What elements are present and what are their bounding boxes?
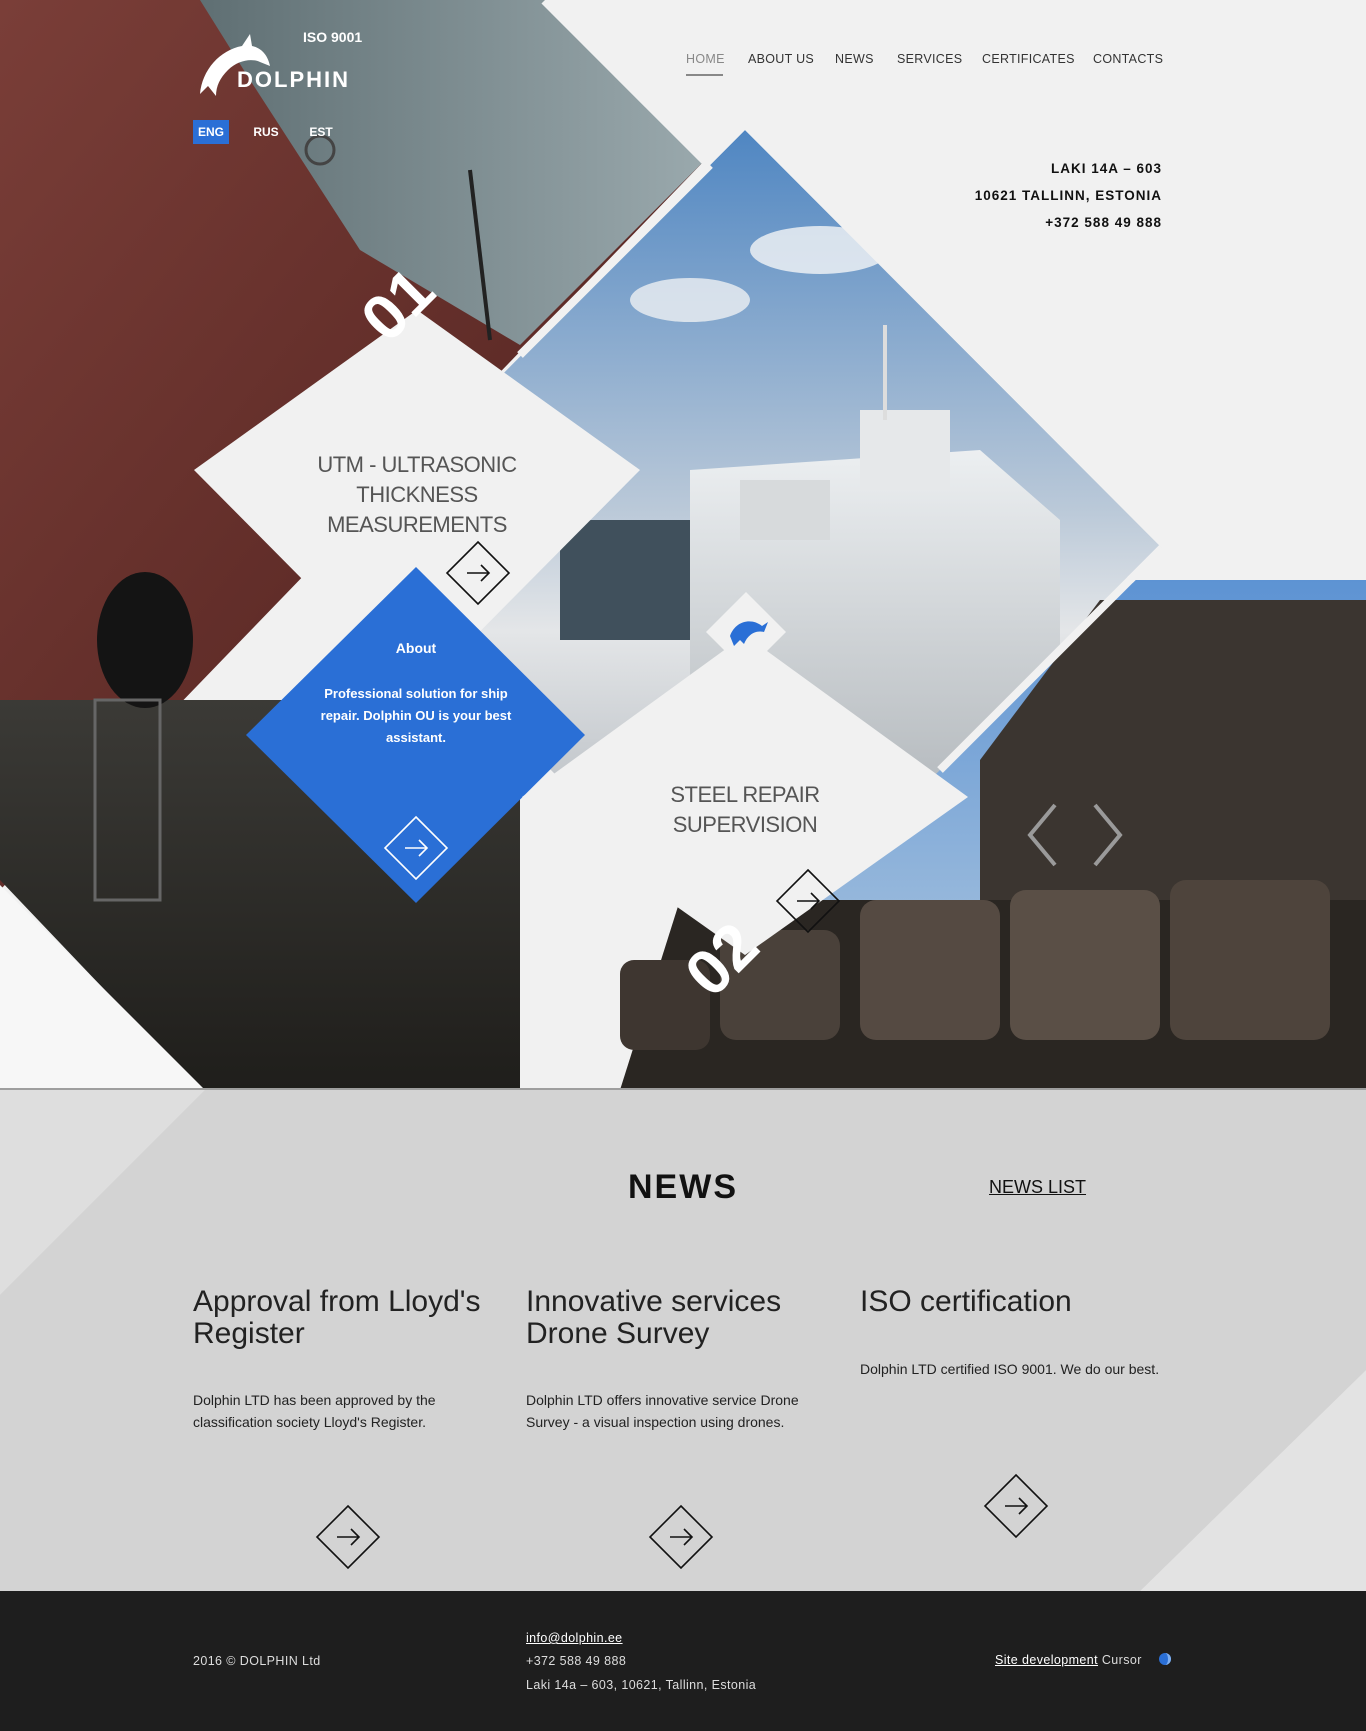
news-item-1-title[interactable]: Approval from Lloyd's Register [193, 1286, 493, 1350]
news-item-1-text: Dolphin LTD has been approved by the cla… [193, 1392, 436, 1430]
hero-section: 01 02 ISO 9001 DOLPHIN ENG RUS EST HOME … [0, 0, 1366, 1090]
news-item-2-title[interactable]: Innovative services Drone Survey [526, 1286, 826, 1350]
service-2-line-1: STEEL REPAIR [670, 782, 820, 807]
service-2-title: STEEL REPAIR SUPERVISION [622, 780, 868, 840]
lang-rus[interactable]: RUS [248, 120, 284, 144]
nav-about-us[interactable]: ABOUT US [748, 52, 814, 66]
service-1-line-1: UTM - ULTRASONIC [317, 452, 517, 477]
lang-est[interactable]: EST [303, 120, 339, 144]
footer-dev-link[interactable]: Site development [995, 1653, 1098, 1667]
cursor-logo-icon[interactable] [1158, 1652, 1172, 1666]
nav-home[interactable]: HOME [686, 52, 725, 66]
nav-contacts[interactable]: CONTACTS [1093, 52, 1163, 66]
footer-copyright: 2016 © DOLPHIN Ltd [193, 1654, 321, 1668]
service-1-line-3: MEASUREMENTS [327, 512, 507, 537]
news-item-1-arrow-button[interactable] [315, 1504, 381, 1570]
footer-dev-credit: Site development Cursor [995, 1653, 1142, 1667]
news-item-2-text: Dolphin LTD offers innovative service Dr… [526, 1392, 799, 1430]
footer-dev-name: Cursor [1101, 1653, 1142, 1667]
nav-services[interactable]: SERVICES [897, 52, 962, 66]
address-line-2: 10621 TALLINN, ESTONIA [974, 188, 1162, 203]
news-item-3-title[interactable]: ISO certification [860, 1286, 1180, 1318]
lang-eng[interactable]: ENG [193, 120, 229, 144]
footer-address: Laki 14a – 603, 10621, Tallinn, Estonia [526, 1678, 757, 1692]
brand-name[interactable]: DOLPHIN [237, 67, 350, 93]
about-text: Professional solution for ship repair. D… [320, 686, 512, 745]
news-heading: NEWS [628, 1168, 738, 1206]
news-item-3-arrow-button[interactable] [983, 1473, 1049, 1539]
address-phone: +372 588 49 888 [1045, 215, 1162, 230]
about-arrow-button[interactable] [383, 815, 449, 881]
nav-news[interactable]: NEWS [835, 52, 874, 66]
service-1-line-2: THICKNESS [356, 482, 478, 507]
service-1-arrow-button[interactable] [445, 540, 511, 606]
service-2-arrow-button[interactable] [775, 868, 841, 934]
news-list-link[interactable]: NEWS LIST [989, 1177, 1086, 1198]
nav-certificates[interactable]: CERTIFICATES [982, 52, 1075, 66]
news-item-3-text: Dolphin LTD certified ISO 9001. We do ou… [860, 1361, 1160, 1377]
news-item-2-arrow-button[interactable] [648, 1504, 714, 1570]
service-2-line-2: SUPERVISION [672, 812, 818, 837]
service-1-title: UTM - ULTRASONIC THICKNESS MEASUREMENTS [292, 450, 542, 540]
iso-label: ISO 9001 [303, 29, 363, 45]
about-title: About [395, 640, 437, 656]
footer-email-link[interactable]: info@dolphin.ee [526, 1631, 623, 1645]
footer-phone: +372 588 49 888 [526, 1654, 627, 1668]
news-section: NEWS NEWS LIST Approval from Lloyd's Reg… [0, 1090, 1366, 1591]
nav-active-underline [686, 74, 723, 76]
footer: 2016 © DOLPHIN Ltd info@dolphin.ee +372 … [0, 1591, 1366, 1731]
address-line-1: LAKI 14A – 603 [1050, 161, 1162, 176]
